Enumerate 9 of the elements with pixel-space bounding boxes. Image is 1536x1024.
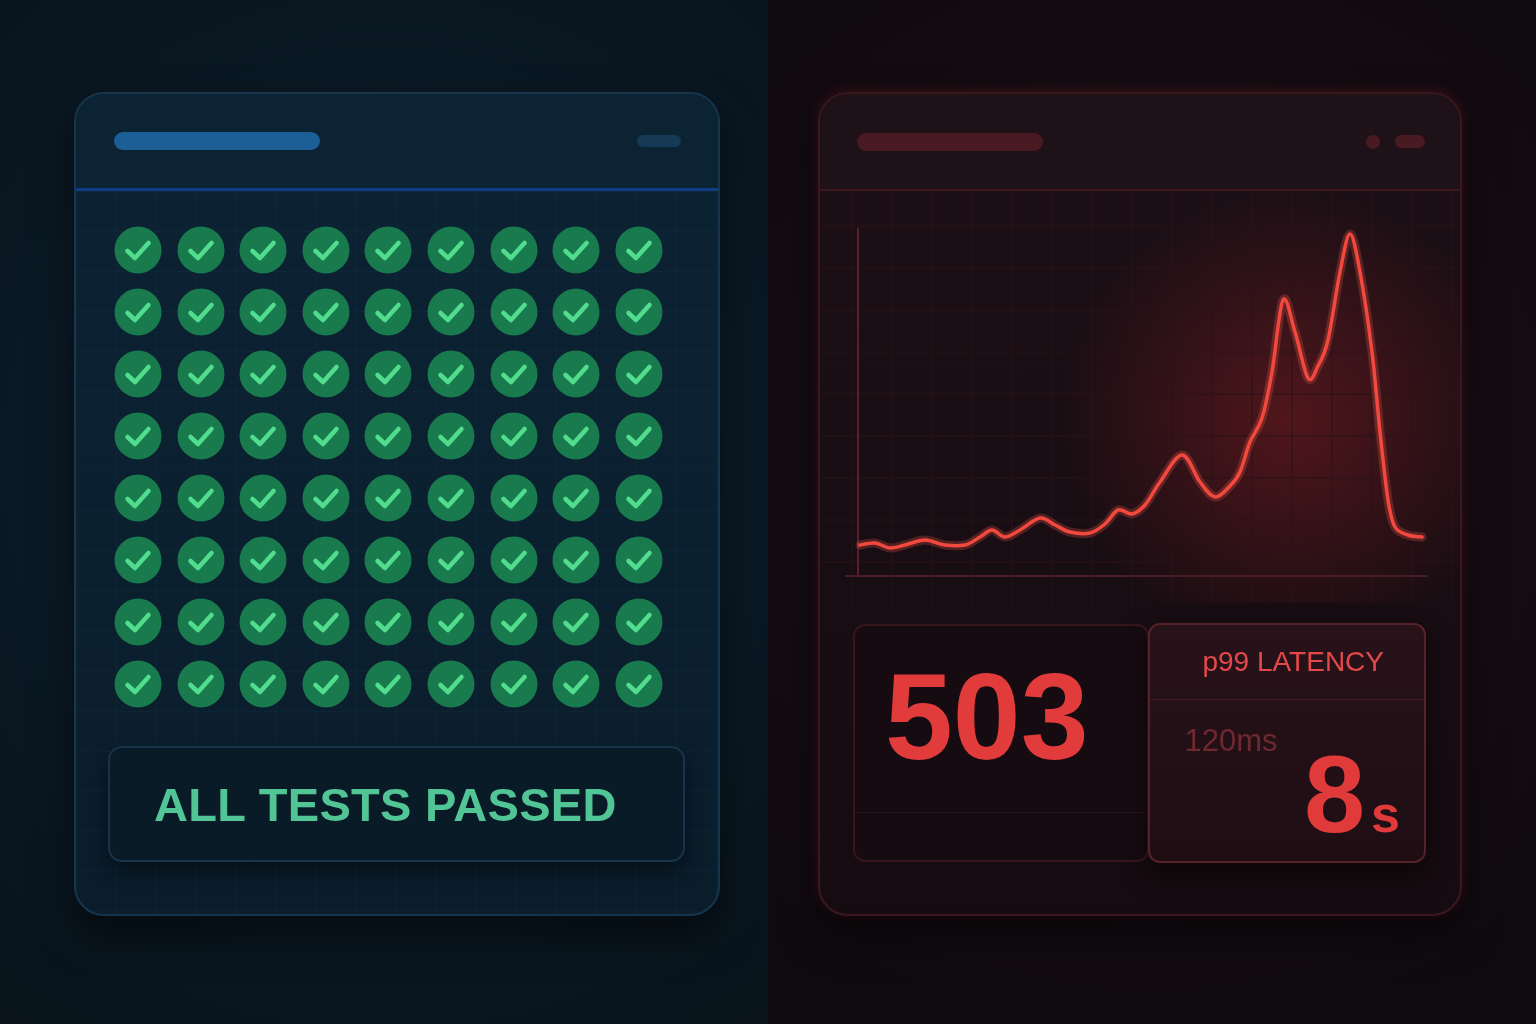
latency-unit: s (1371, 788, 1400, 840)
status-text: ALL TESTS PASSED (154, 776, 617, 832)
baseline-latency-text: 120ms (1184, 725, 1278, 756)
status-dot-icon (1366, 134, 1380, 149)
header-pill (1395, 135, 1425, 148)
latency-title: p99 LATENCY (1202, 646, 1384, 678)
status-code-text: 503 (884, 648, 1090, 778)
header-pill (637, 135, 681, 147)
latency-value: 8 (1303, 739, 1366, 849)
